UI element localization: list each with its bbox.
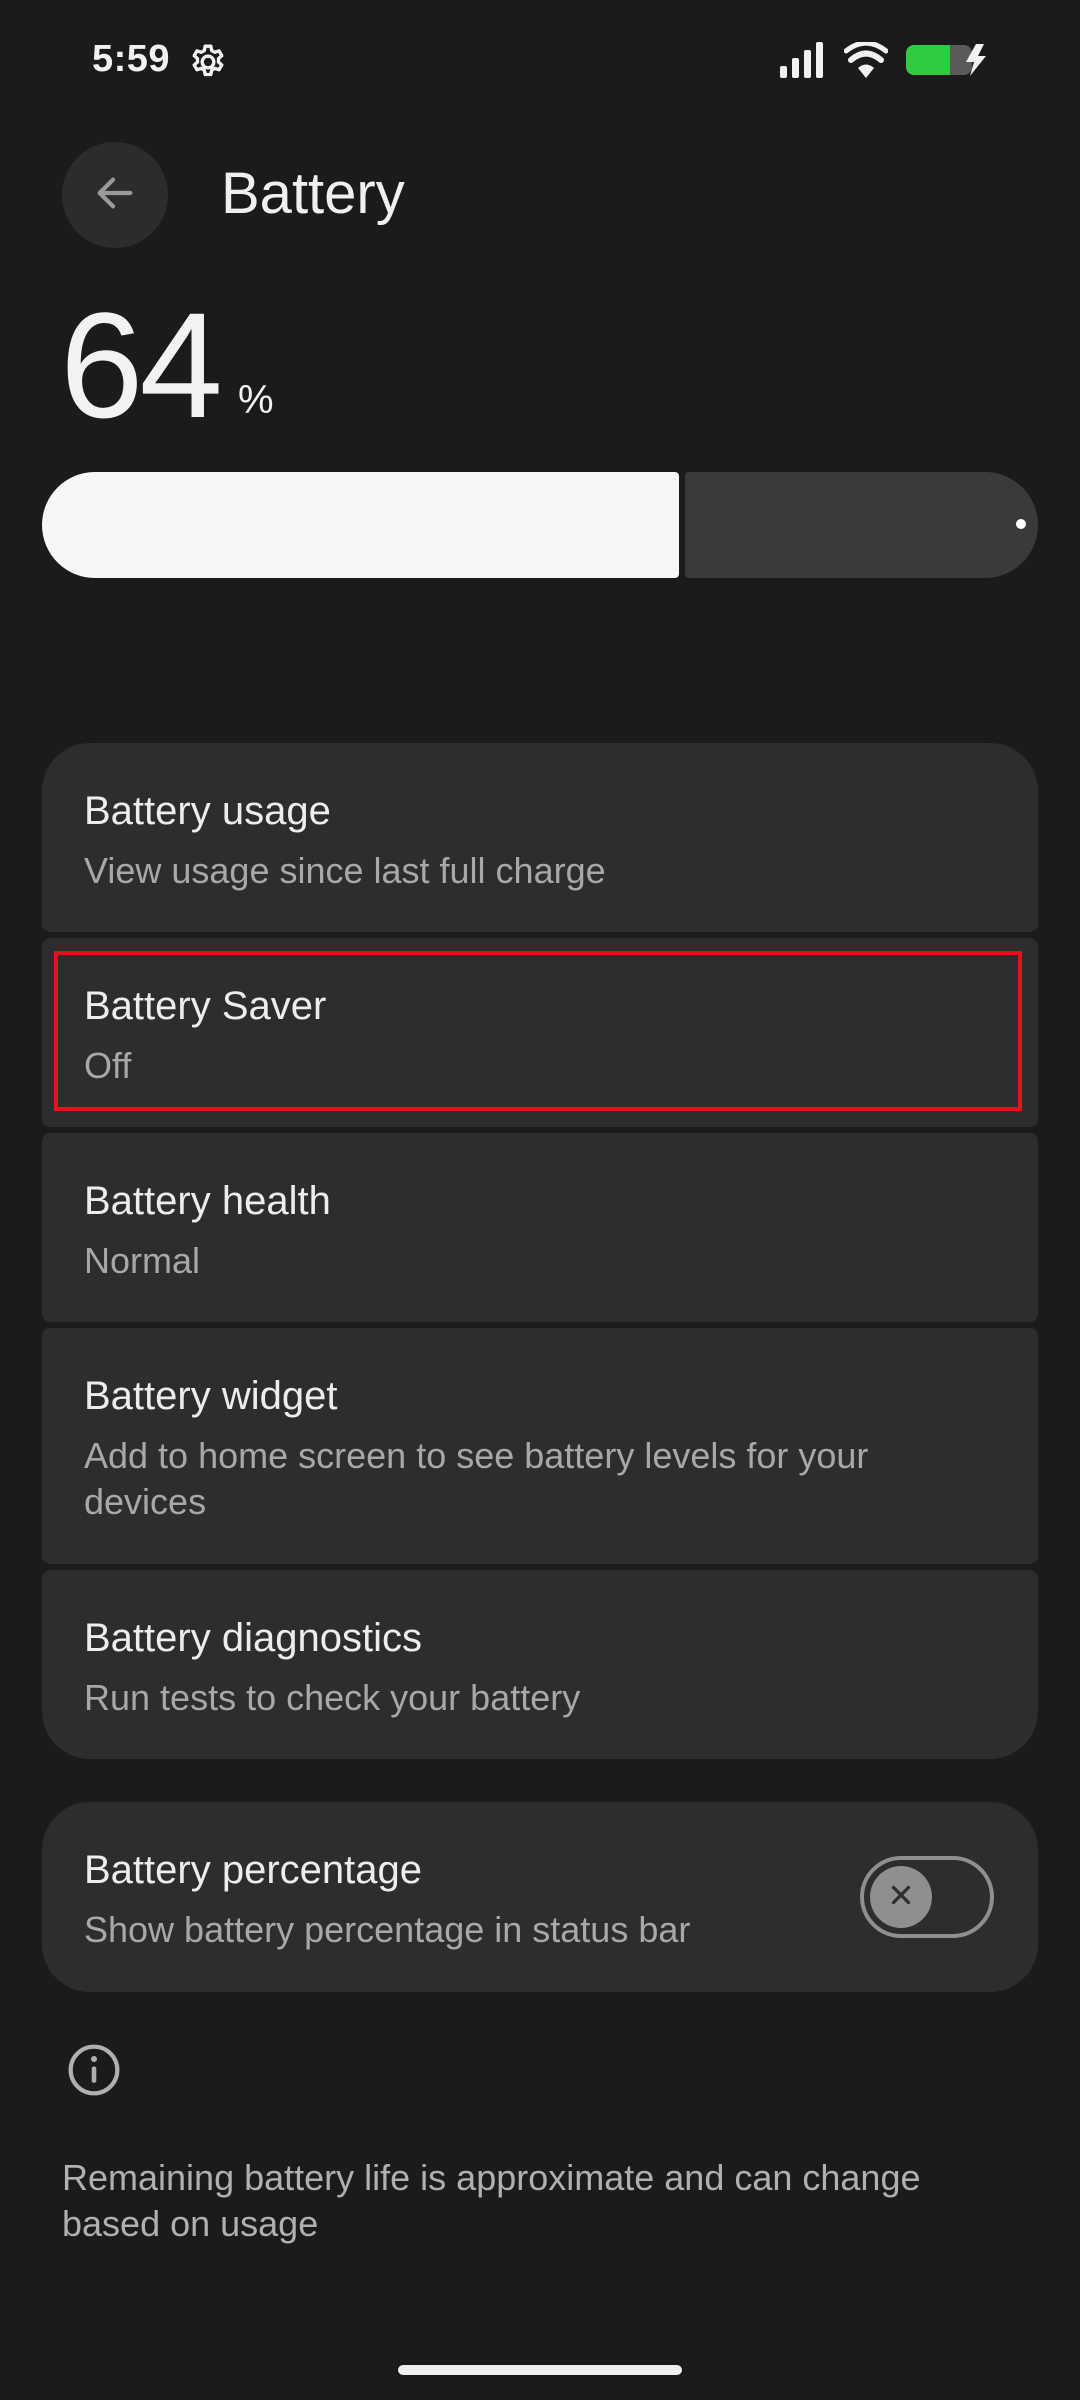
battery-saver-item[interactable]: Battery Saver Off [42,938,1038,1127]
battery-level-bar [42,472,1038,578]
toggle-knob [870,1866,932,1928]
wifi-icon [844,42,888,78]
info-icon [66,2042,122,2098]
status-icons [780,38,990,82]
battery-level-remaining [685,472,1038,578]
battery-saver-title: Battery Saver [84,984,327,1028]
arrow-left-icon [92,170,138,221]
battery-diagnostics-item[interactable]: Battery diagnostics Run tests to check y… [42,1570,1038,1759]
battery-settings-screen: 5:59 Battery 64 % Battery usage View usa… [0,0,1080,2400]
status-bar: 5:59 [0,0,1080,120]
battery-diagnostics-title: Battery diagnostics [84,1616,422,1660]
battery-widget-title: Battery widget [84,1374,338,1418]
battery-usage-item[interactable]: Battery usage View usage since last full… [42,743,1038,932]
battery-level-fill [42,472,679,578]
battery-health-subtitle: Normal [84,1240,201,1281]
battery-usage-title: Battery usage [84,789,331,833]
status-time: 5:59 [92,38,171,80]
battery-level-unit: % [238,378,274,422]
battery-health-item[interactable]: Battery health Normal [42,1133,1038,1322]
battery-percentage-subtitle: Show battery percentage in status bar [84,1909,691,1950]
page-title: Battery [221,161,405,226]
battery-saver-subtitle: Off [84,1045,132,1086]
battery-usage-subtitle: View usage since last full charge [84,850,606,891]
close-icon [886,1880,916,1915]
battery-level-value: 64 [60,281,223,449]
battery-diagnostics-subtitle: Run tests to check your battery [84,1677,581,1718]
signal-icon [780,42,826,78]
gear-icon [188,42,228,82]
back-button[interactable] [62,142,168,248]
battery-life-note: Remaining battery life is approximate an… [62,2157,921,2244]
battery-level-end-dot [1016,519,1026,529]
battery-charging-icon [906,42,990,78]
battery-percentage-toggle[interactable] [860,1856,994,1938]
battery-health-title: Battery health [84,1179,331,1223]
battery-widget-item[interactable]: Battery widget Add to home screen to see… [42,1328,1038,1564]
battery-widget-subtitle: Add to home screen to see battery levels… [84,1435,869,1522]
battery-percentage-title: Battery percentage [84,1848,422,1892]
home-indicator[interactable] [398,2365,682,2375]
